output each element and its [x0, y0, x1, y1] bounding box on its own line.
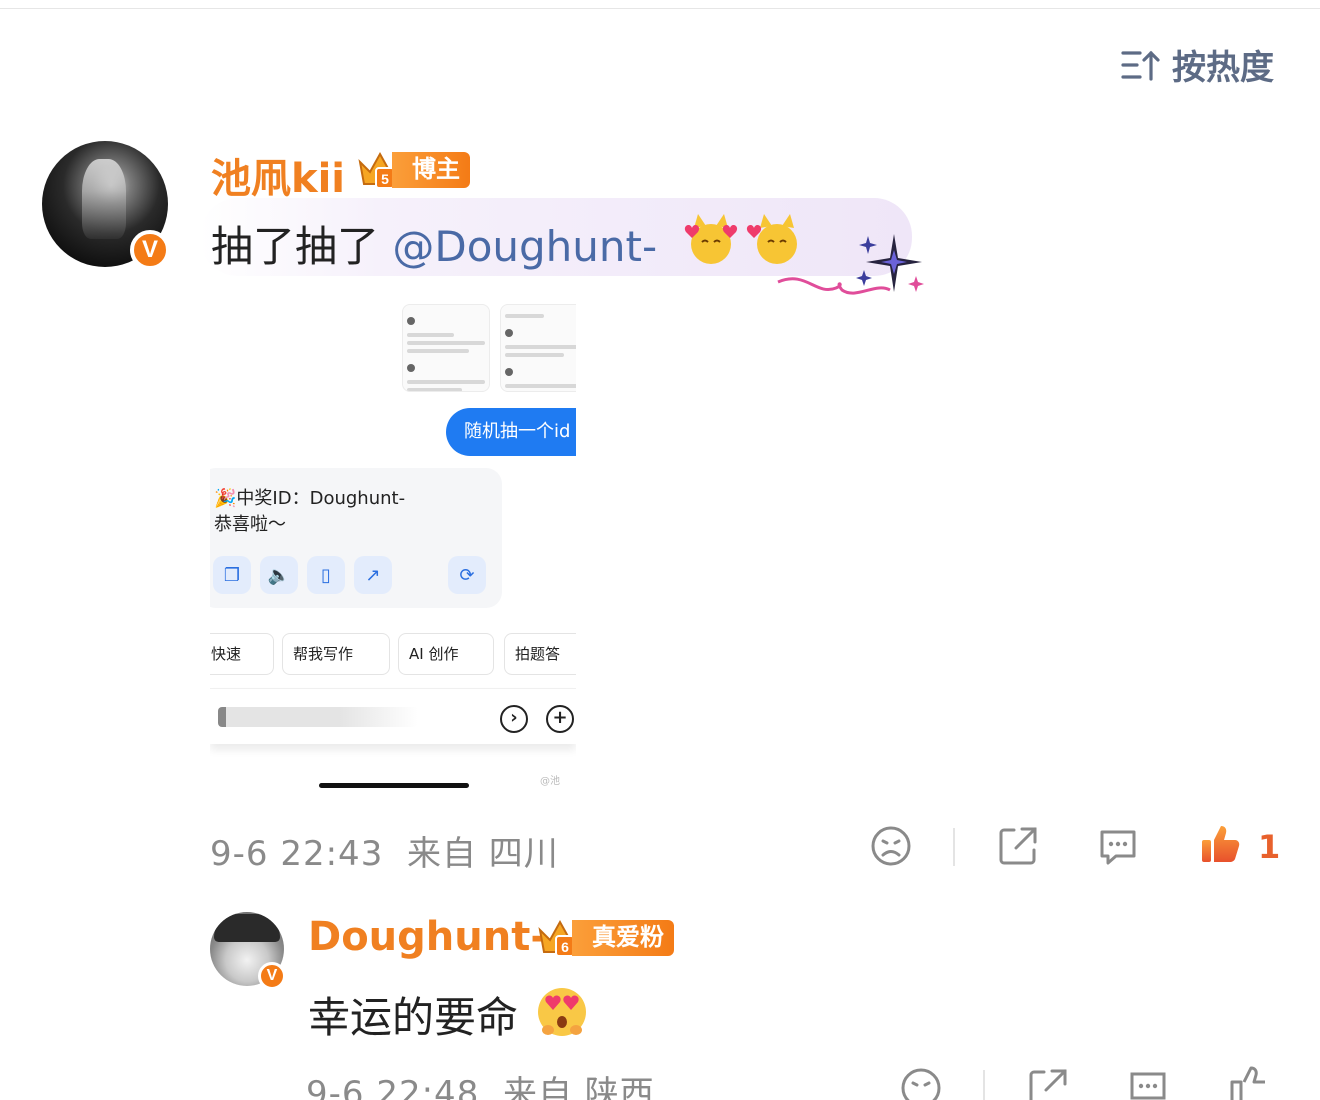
quick-action: 快速 — [210, 633, 274, 675]
dislike-face-icon[interactable] — [899, 1066, 943, 1100]
quick-action-label: 拍题答 — [515, 645, 561, 663]
verified-badge-icon: V — [258, 962, 286, 990]
share-icon[interactable] — [1026, 1066, 1070, 1100]
comment-body: 抽了抽了 — [211, 222, 393, 271]
timestamp: 9-6 22:43 — [210, 834, 384, 874]
bookmark-icon: ▯ — [307, 556, 345, 594]
sort-label: 按热度 — [1172, 48, 1274, 88]
comment-icon[interactable] — [1096, 824, 1140, 868]
comment-meta: 9-6 22:48 来自 陕西 — [306, 1066, 655, 1100]
watermark: @池 — [540, 776, 560, 787]
comment-icon[interactable] — [1126, 1066, 1170, 1100]
plus-icon: + — [546, 705, 574, 733]
badge-label: 博主 — [392, 152, 470, 188]
image-thumbnail — [500, 304, 576, 392]
sparkle-decoration-icon — [777, 234, 924, 295]
action-divider — [953, 828, 955, 866]
party-popper-icon: 🎉 — [214, 488, 237, 509]
comment-username[interactable]: 池凧kii — [211, 146, 345, 204]
comment-text: 抽了抽了 @Doughunt- — [211, 213, 657, 274]
copy-icon: ❐ — [213, 556, 251, 594]
fan-badge: 6 真爱粉 — [534, 916, 674, 960]
sort-icon — [1121, 50, 1160, 81]
location: 来自 四川 — [406, 834, 559, 874]
sort-by-hot-button[interactable]: 按热度 — [1120, 40, 1274, 89]
comment-meta: 9-6 22:43 来自 四川 — [210, 826, 559, 875]
image-thumbnail — [402, 304, 490, 392]
comment-username[interactable]: Doughunt- — [308, 914, 547, 960]
reply-line: 🎉中奖ID：Doughunt- — [214, 484, 405, 510]
svg-text:5: 5 — [381, 171, 389, 187]
user-message-chip: 随机抽一个id — [446, 408, 576, 456]
bear-heart-emoji-icon — [684, 214, 738, 264]
reply-prefix: 中奖ID： — [236, 488, 310, 509]
blogger-badge: 5 博主 — [354, 148, 470, 192]
timestamp: 9-6 22:48 — [306, 1074, 480, 1100]
reply-line-2: 恭喜啦～ — [214, 514, 286, 535]
speaker-icon: 🔈 — [260, 556, 298, 594]
home-indicator — [319, 783, 469, 788]
top-divider — [0, 8, 1320, 9]
svg-text:6: 6 — [561, 939, 569, 955]
quick-action-label: AI 创作 — [409, 645, 459, 663]
verified-badge-icon: V — [130, 230, 170, 270]
quick-action-label: 帮我写作 — [293, 645, 354, 663]
quick-action-label: 快速 — [211, 645, 242, 663]
comment-text: 幸运的要命 — [308, 993, 519, 1042]
chat-input-bar: › + — [210, 688, 576, 744]
dislike-face-icon[interactable] — [869, 824, 913, 868]
action-divider — [983, 1070, 985, 1100]
reply-id: Doughunt- — [309, 488, 406, 509]
refresh-icon: ⟳ — [448, 556, 486, 594]
share-icon: ↗ — [354, 556, 392, 594]
like-thumb-icon[interactable] — [1199, 822, 1243, 866]
mention-link[interactable]: @Doughunt- — [392, 222, 657, 271]
share-icon[interactable] — [996, 824, 1040, 868]
heart-eyes-emoji-icon — [538, 988, 586, 1036]
badge-label: 真爱粉 — [572, 920, 674, 956]
attached-image[interactable]: 随机抽一个id 🎉中奖ID：Doughunt- 恭喜啦～ ❐ 🔈 ▯ ↗ ⟳ 快… — [210, 300, 576, 794]
location: 来自 陕西 — [502, 1074, 655, 1100]
like-count: 1 — [1258, 828, 1281, 866]
quick-action: 帮我写作 — [282, 633, 390, 675]
quick-action: AI 创作 — [398, 633, 494, 675]
quick-action: 拍题答 — [504, 633, 576, 675]
like-thumb-icon[interactable] — [1229, 1064, 1273, 1100]
voice-icon: › — [500, 705, 528, 733]
